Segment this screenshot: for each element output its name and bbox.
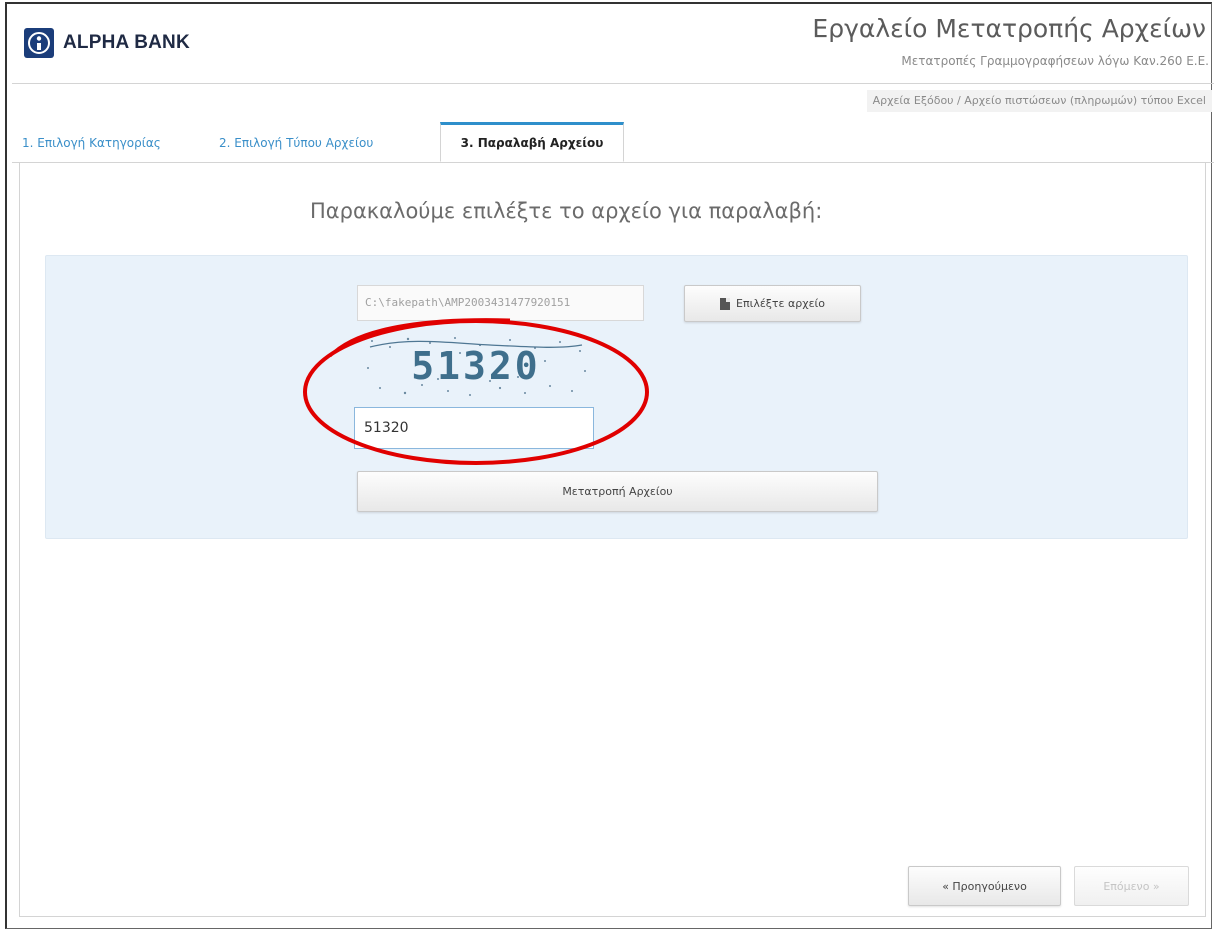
next-button[interactable]: Επόμενο » xyxy=(1074,866,1189,906)
brand-logo[interactable]: ALPHA BANK xyxy=(24,28,190,58)
page-title: Εργαλείο Μετατροπής Αρχείων xyxy=(812,14,1206,43)
file-icon xyxy=(720,297,731,310)
brand-name: ALPHA BANK xyxy=(63,32,190,53)
header-divider xyxy=(12,83,1214,84)
captcha-text: 51320 xyxy=(411,344,540,388)
choose-file-label: Επιλέξτε αρχείο xyxy=(736,297,825,310)
tab-select-file-type[interactable]: 2. Επιλογή Τύπου Αρχείου xyxy=(219,122,373,162)
captcha-image: 51320 xyxy=(367,337,586,396)
upload-prompt: Παρακαλούμε επιλέξτε το αρχείο για παραλ… xyxy=(310,199,823,223)
previous-button[interactable]: « Προηγούμενο xyxy=(908,866,1061,906)
tab-receive-file[interactable]: 3. Παραλαβή Αρχείου xyxy=(440,122,624,162)
convert-file-button[interactable]: Μετατροπή Αρχείου xyxy=(357,471,878,512)
tab-select-category[interactable]: 1. Επιλογή Κατηγορίας xyxy=(22,122,161,162)
choose-file-button[interactable]: Επιλέξτε αρχείο xyxy=(684,285,861,322)
breadcrumb: Αρχεία Εξόδου / Αρχείο πιστώσεων (πληρωμ… xyxy=(866,90,1212,112)
page-subtitle: Μετατροπές Γραμμογραφήσεων λόγω Καν.260 … xyxy=(901,54,1209,68)
captcha-input[interactable]: 51320 xyxy=(354,407,594,449)
file-path-field[interactable]: C:\fakepath\AMP2003431477920151 xyxy=(357,285,644,321)
alpha-bank-logo-icon xyxy=(24,28,54,58)
wizard-tabs: 1. Επιλογή Κατηγορίας 2. Επιλογή Τύπου Α… xyxy=(12,122,1214,163)
